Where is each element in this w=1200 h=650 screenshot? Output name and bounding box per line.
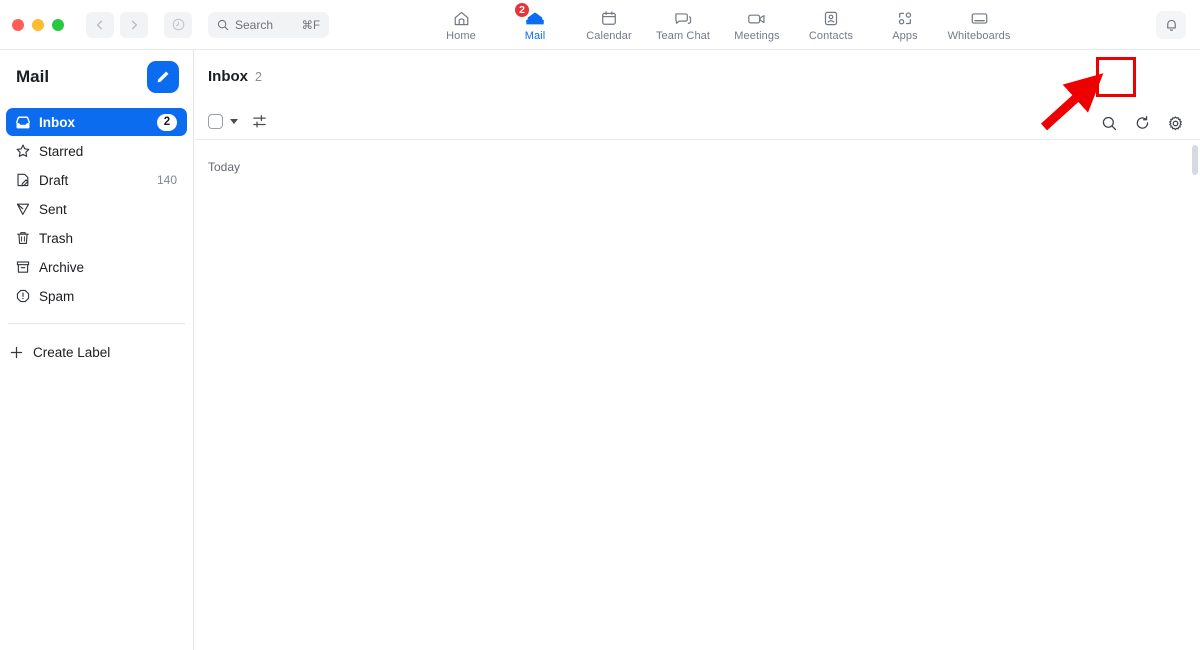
contact-card-icon (822, 7, 840, 28)
global-search-placeholder: Search (235, 17, 274, 32)
navigation-buttons (86, 11, 192, 38)
refresh-icon (1136, 115, 1148, 129)
chevron-left-icon (96, 20, 103, 29)
compose-button[interactable] (147, 61, 179, 93)
chat-bubbles-icon (673, 7, 694, 28)
nav-tab-contacts[interactable]: Contacts (794, 0, 868, 50)
spam-icon (15, 288, 36, 304)
trash-icon (15, 230, 36, 246)
sidebar-item-sent[interactable]: Sent (6, 195, 187, 223)
sidebar-item-label: Starred (39, 143, 84, 159)
mail-sidebar: Mail Inbox 2 Starred Draft 140 Sent Tras… (0, 50, 194, 650)
history-icon (172, 18, 184, 31)
sidebar-item-draft[interactable]: Draft 140 (6, 166, 187, 194)
page-title-text: Inbox (208, 68, 248, 85)
mail-unread-badge: 2 (514, 2, 530, 18)
nav-tab-label: Calendar (586, 30, 632, 42)
mail-list-header: Inbox 2 (195, 50, 1200, 140)
sidebar-title: Mail (16, 67, 50, 86)
nav-tab-team-chat[interactable]: Team Chat (646, 0, 720, 50)
close-window-button[interactable] (12, 18, 24, 31)
create-label-text: Create Label (33, 344, 111, 360)
sidebar-item-count: 140 (156, 173, 177, 187)
history-button[interactable] (164, 11, 192, 38)
sidebar-folder-list: Inbox 2 Starred Draft 140 Sent Trash Arc… (0, 104, 193, 310)
sidebar-item-spam[interactable]: Spam (6, 282, 187, 310)
gear-icon (1168, 115, 1182, 130)
select-all-checkbox[interactable] (208, 113, 223, 129)
list-toolbar (208, 110, 270, 132)
nav-tab-label: Team Chat (655, 30, 711, 42)
nav-tab-mail[interactable]: 2 Mail (498, 0, 572, 50)
sidebar-item-archive[interactable]: Archive (6, 253, 187, 281)
nav-tab-meetings[interactable]: Meetings (720, 0, 794, 50)
back-button[interactable] (86, 11, 114, 38)
filter-sliders-icon (252, 114, 266, 128)
settings-button[interactable] (1164, 112, 1186, 134)
inbox-icon (15, 115, 36, 130)
message-group-label: Today (208, 160, 241, 174)
mail-list-scrollbar[interactable] (1192, 145, 1198, 175)
plus-icon (9, 345, 33, 360)
bell-icon (1166, 19, 1176, 31)
global-search-shortcut: ⌘F (301, 19, 320, 32)
sidebar-header: Mail (0, 50, 193, 104)
page-title: Inbox 2 (208, 68, 262, 85)
filter-button[interactable] (248, 110, 270, 132)
chevron-down-icon[interactable] (230, 118, 238, 124)
minimize-window-button[interactable] (32, 18, 44, 31)
sidebar-divider (8, 323, 185, 324)
draft-icon (15, 172, 36, 188)
calendar-icon (600, 7, 618, 28)
sidebar-item-label: Inbox (39, 114, 75, 130)
annotation-highlight-box (1096, 57, 1136, 97)
inbox-unread-badge: 2 (157, 113, 177, 131)
title-bar: Search ⌘F Home 2 Mail Calendar Team Chat… (0, 0, 1200, 50)
apps-icon (895, 7, 915, 28)
pencil-icon (157, 71, 169, 83)
sidebar-item-label: Trash (39, 230, 74, 246)
main-navigation-tabs: Home 2 Mail Calendar Team Chat Meetings … (424, 0, 1016, 50)
search-icon (1102, 116, 1116, 130)
nav-tab-label: Home (446, 30, 476, 42)
sidebar-item-label: Spam (39, 288, 75, 304)
nav-tab-label: Mail (524, 30, 546, 42)
whiteboard-icon (969, 7, 990, 28)
search-icon (217, 19, 229, 30)
nav-tab-label: Apps (892, 30, 918, 42)
nav-tab-apps[interactable]: Apps (868, 0, 942, 50)
sidebar-item-label: Sent (39, 201, 67, 217)
page-title-count: 2 (255, 70, 262, 84)
send-icon (15, 201, 36, 217)
nav-tab-label: Whiteboards (947, 30, 1011, 42)
sidebar-item-label: Archive (39, 259, 85, 275)
zoom-workplace-window: Search ⌘F Home 2 Mail Calendar Team Chat… (0, 0, 1200, 650)
header-actions (1098, 112, 1186, 134)
refresh-button[interactable] (1131, 112, 1153, 134)
mail-icon: 2 (514, 2, 546, 28)
sidebar-item-trash[interactable]: Trash (6, 224, 187, 252)
video-camera-icon (746, 7, 768, 28)
nav-tab-label: Meetings (734, 30, 780, 42)
home-icon (452, 7, 471, 28)
sidebar-item-inbox[interactable]: Inbox 2 (6, 108, 187, 136)
search-mail-button[interactable] (1098, 112, 1120, 134)
mail-list-panel: Inbox 2 Today (195, 50, 1200, 650)
sidebar-item-label: Draft (39, 172, 69, 188)
create-label-button[interactable]: Create Label (0, 338, 193, 366)
nav-tab-home[interactable]: Home (424, 0, 498, 50)
chevron-right-icon (131, 20, 138, 29)
forward-button[interactable] (120, 11, 148, 38)
sidebar-item-starred[interactable]: Starred (6, 137, 187, 165)
archive-icon (15, 259, 36, 275)
maximize-window-button[interactable] (52, 18, 64, 31)
traffic-lights (12, 18, 64, 31)
nav-tab-calendar[interactable]: Calendar (572, 0, 646, 50)
nav-tab-whiteboards[interactable]: Whiteboards (942, 0, 1016, 50)
nav-tab-label: Contacts (808, 30, 854, 42)
star-icon (15, 143, 36, 159)
global-search-field[interactable]: Search ⌘F (208, 11, 329, 38)
notifications-button[interactable] (1156, 11, 1186, 39)
